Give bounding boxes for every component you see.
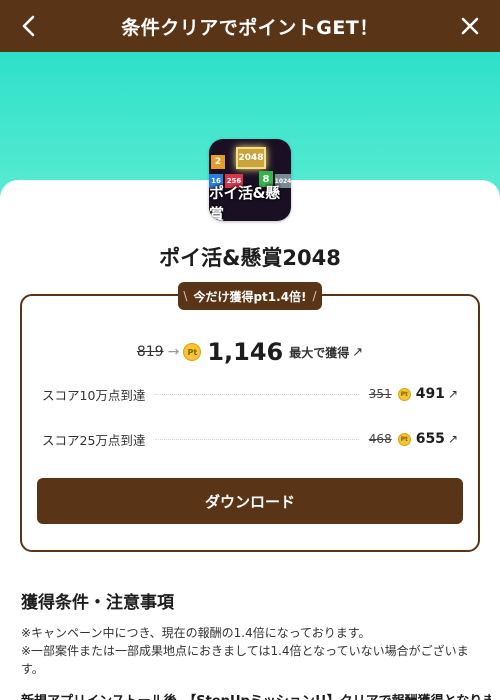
note-text: ※一部案件または一部成果地点におきましては1.4倍となっていない場合がございます… [21, 644, 469, 676]
external-link-icon: ↗ [447, 387, 458, 401]
chevron-left-icon[interactable] [16, 12, 44, 40]
tier-row: スコア25万点到達 468 Pt 655 ↗ [42, 428, 458, 450]
icon-caption: ポイ活&懸賞 [209, 184, 280, 221]
tier-points: 491 [415, 386, 445, 402]
app-name: ポイ活&懸賞2048 [159, 246, 341, 270]
badge-decoration: / [312, 289, 317, 303]
boosted-points: 1,146 [207, 338, 284, 366]
icon-tile: 2048 [236, 147, 266, 169]
top-bar: 条件クリアでポイントGET！ [0, 0, 500, 52]
external-link-icon: ↗ [352, 344, 364, 360]
page-title: 条件クリアでポイントGET！ [121, 16, 379, 39]
close-icon[interactable] [456, 12, 484, 40]
point-coin-icon: Pt [397, 432, 411, 446]
arrow-right-icon: → [167, 344, 180, 360]
tier-original-points: 468 [368, 432, 392, 446]
app-icon: 2 2048 16 256 8 1024 ポイ活&懸賞 [209, 139, 291, 221]
dotted-leader [155, 438, 359, 440]
conditions-title: 獲得条件・注意事項 [21, 593, 174, 613]
total-points-row: 819 → Pt 1,146 最大で獲得 ↗ [20, 337, 480, 367]
original-points: 819 [136, 344, 164, 360]
tier-points: 655 [415, 431, 445, 447]
note-text: ※キャンペーン中につき、現在の報酬の1.4倍になっております。 [21, 626, 371, 640]
point-coin-icon: Pt [397, 387, 411, 401]
conditions-notes: ※キャンペーン中につき、現在の報酬の1.4倍になっております。 ※一部案件または… [21, 624, 481, 678]
tier-original-points: 351 [368, 387, 392, 401]
badge-label: 今だけ獲得pt1.4倍! [193, 289, 307, 304]
point-coin-icon: Pt [183, 343, 202, 361]
icon-tile: 2 [211, 155, 225, 169]
download-button[interactable]: ダウンロード [37, 478, 463, 524]
condition-detail: 新規アプリインストール後、【StepUpミッション!!】クリアで報酬獲得となりま… [21, 690, 491, 700]
tier-row: スコア10万点到達 351 Pt 491 ↗ [42, 383, 458, 405]
badge-decoration: \ [183, 289, 188, 303]
bonus-badge: \ 今だけ獲得pt1.4倍! / [178, 282, 322, 310]
tier-label: スコア25万点到達 [42, 432, 146, 448]
dotted-leader [155, 393, 359, 395]
tier-label: スコア10万点到達 [42, 387, 146, 403]
max-earn-label: 最大で獲得 [289, 345, 350, 360]
external-link-icon: ↗ [447, 432, 458, 446]
